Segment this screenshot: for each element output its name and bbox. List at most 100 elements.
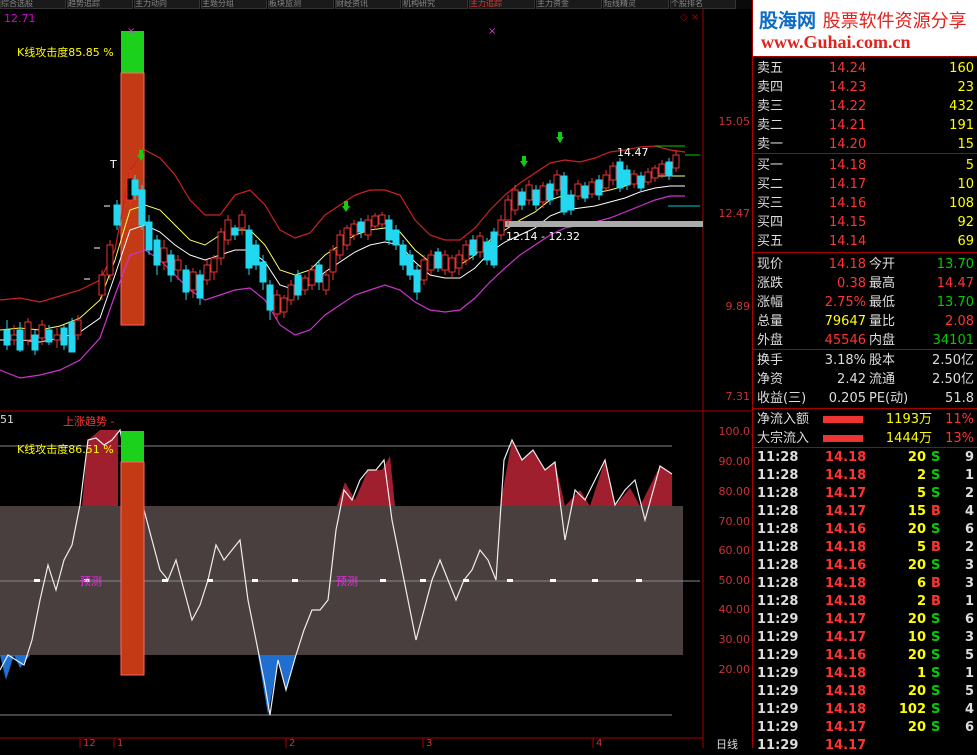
candle-body [546, 183, 554, 201]
tick-count: 1 [964, 666, 974, 681]
tick-time: 11:28 [757, 450, 799, 465]
candle-body [238, 214, 246, 229]
attack-bar-top [121, 31, 144, 73]
tick-price: 14.18 [825, 576, 867, 591]
book-price: 14.18 [829, 158, 867, 173]
candle-body [74, 319, 82, 336]
tick-volume: 20 [907, 684, 926, 699]
candle-body [518, 191, 526, 206]
tick-side: S [931, 684, 941, 699]
trend-label: 上涨趋势 - [63, 415, 115, 428]
candle-body [462, 244, 470, 261]
tab-item[interactable]: 趋势追踪 [67, 0, 133, 9]
tick-count: 9 [964, 450, 974, 465]
flow-pct: 13% [945, 431, 974, 446]
date-axis-tick: 3 [426, 738, 433, 749]
tab-item[interactable]: 主力资金 [536, 0, 602, 9]
tick-count: 3 [964, 576, 974, 591]
tab-item[interactable]: 主题分组 [201, 0, 267, 9]
book-label: 卖三 [757, 99, 784, 114]
stat-value: 0.38 [837, 276, 866, 291]
book-volume: 23 [957, 80, 974, 95]
period-label[interactable]: 日线 [716, 736, 738, 752]
osc-axis-tick: 60.00 [718, 544, 751, 557]
kline-chart[interactable]: × × ◇ × [0, 9, 752, 748]
tab-item[interactable]: 主力动向 [134, 0, 200, 9]
candle-body [160, 247, 168, 263]
indicator2-label: K线攻击度86.51 % [17, 443, 114, 456]
candle-body [280, 297, 288, 313]
tick-volume: 15 [907, 504, 926, 519]
tick-row: 11:28 14.16 20 S 6 [753, 521, 977, 539]
book-row: 卖四 14.23 23 [753, 78, 977, 97]
tab-item[interactable]: 财经资讯 [335, 0, 401, 9]
candle-body [68, 321, 76, 353]
stat-value: 45546 [824, 333, 866, 348]
stat-label: 股本 [869, 353, 896, 368]
book-price: 14.20 [829, 137, 867, 152]
tab-item[interactable]: 主力追踪 [469, 0, 535, 9]
tab-item[interactable]: 机构研究 [402, 0, 468, 9]
osc-axis-tick: 50.00 [718, 574, 751, 587]
candle-body [3, 329, 11, 346]
stat-row: 外盘 45546 内盘 34101 [753, 331, 977, 350]
flow-value: 1193万 [885, 412, 932, 427]
flow-row: 大宗流入 1444万 13% [753, 429, 977, 448]
tick-side: S [931, 702, 941, 717]
tick-row: 11:29 14.17 20 S 6 [753, 719, 977, 737]
tab-item[interactable]: 短线精灵 [603, 0, 669, 9]
candle-body [497, 219, 505, 236]
candle-body [623, 169, 631, 186]
book-volume: 191 [949, 118, 974, 133]
book-row: 买四 14.15 92 [753, 213, 977, 232]
tick-row: 11:29 14.17 10 S 3 [753, 629, 977, 647]
tick-row: 11:29 14.17 [753, 737, 977, 755]
tick-count: 2 [964, 486, 974, 501]
candle-body [413, 269, 421, 293]
stat-value: 2.50亿 [932, 353, 974, 368]
book-row: 买三 14.16 108 [753, 194, 977, 213]
candle-body [174, 259, 182, 271]
candle-body [322, 274, 330, 291]
flow-pct: 11% [945, 412, 974, 427]
tick-count: 4 [964, 702, 974, 717]
osc-axis-tick: 30.00 [718, 633, 751, 646]
tick-volume: 20 [907, 648, 926, 663]
book-label: 卖五 [757, 61, 784, 76]
tick-volume: 5 [916, 540, 926, 555]
candle-body [24, 321, 32, 341]
candle-body [455, 254, 463, 269]
flow-value: 1444万 [885, 431, 932, 446]
support-zone [505, 221, 703, 227]
osc-axis-tick: 70.00 [718, 515, 751, 528]
price-axis-tick: 12.47 [718, 207, 751, 220]
candle-body [553, 174, 561, 191]
candle-body [609, 165, 617, 181]
candle-body [385, 219, 393, 241]
tick-volume: 10 [907, 630, 926, 645]
candle-body [567, 194, 575, 211]
tab-item[interactable]: 个股排名 [670, 0, 736, 9]
tick-volume: 20 [907, 558, 926, 573]
tick-volume: 6 [916, 576, 926, 591]
book-volume: 108 [949, 196, 974, 211]
book-row: 买五 14.14 69 [753, 232, 977, 251]
stat2-row: 净资 2.42 流通 2.50亿 [753, 370, 977, 389]
candle-body [672, 154, 680, 169]
candle-body [308, 269, 316, 286]
tab-item[interactable]: 综合选股 [0, 0, 66, 9]
forecast-label-2: 预测 [336, 575, 358, 588]
tick-count: 1 [964, 468, 974, 483]
tab-item[interactable]: 板块监测 [268, 0, 334, 9]
quote-panel: 股海网 股票软件资源分享 www.Guhai.com.cn 卖五 14.24 160… [752, 0, 977, 753]
tick-count: 3 [964, 630, 974, 645]
stat-value: 3.18% [824, 353, 866, 368]
sub-left-label: 51 [0, 413, 14, 426]
tick-count: 2 [964, 540, 974, 555]
candle-body [406, 254, 414, 276]
book-label: 买二 [757, 177, 784, 192]
tick-price: 14.18 [825, 450, 867, 465]
stat-value: 14.47 [936, 276, 974, 291]
tick-count: 3 [964, 558, 974, 573]
tick-row: 11:29 14.18 1 S 1 [753, 665, 977, 683]
